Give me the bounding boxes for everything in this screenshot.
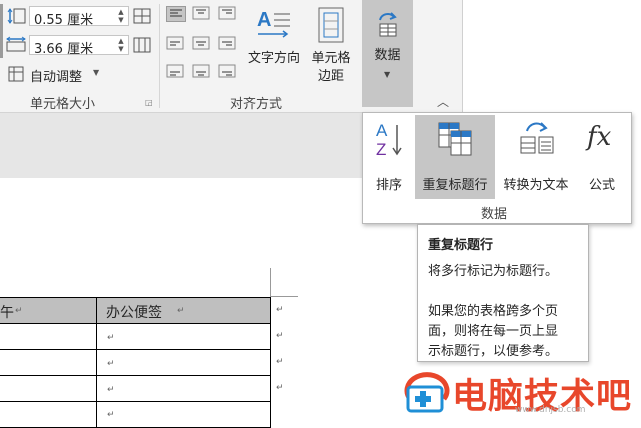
tooltip: 重复标题行 将多行标记为标题行。 如果您的表格跨多个页 面，则将在每一页上显 示… — [417, 224, 589, 362]
cell-end-mark: ↵ — [107, 333, 115, 343]
text-direction-label: 文字方向 — [247, 51, 300, 66]
svg-text:fx: fx — [585, 122, 612, 152]
table-cell[interactable] — [0, 401, 97, 428]
cell-size-group-label: 单元格大小 — [30, 97, 96, 112]
ribbon-left-edge — [0, 4, 3, 58]
column-width-input[interactable]: 3.66 厘米 ▲ ▼ — [29, 35, 129, 57]
tooltip-title: 重复标题行 — [428, 238, 494, 253]
column-width-icon — [6, 36, 26, 52]
text-direction-button[interactable]: A 文字方向 — [244, 4, 304, 68]
cell-margins-icon — [316, 6, 346, 47]
autofit-label: 自动调整 — [30, 70, 83, 85]
align-top-right-button[interactable] — [218, 6, 238, 22]
dialog-launcher-icon[interactable]: ◲ — [145, 98, 153, 107]
align-top-left-button[interactable] — [166, 6, 186, 22]
formula-button[interactable]: fx 公式 — [577, 115, 627, 199]
tooltip-line1: 将多行标记为标题行。 — [428, 264, 559, 279]
tooltip-para-line2: 面，则将在每一页上显 — [428, 324, 559, 339]
align-top-center-button[interactable] — [192, 6, 212, 22]
collapse-ribbon-icon[interactable]: ︿ — [437, 93, 449, 110]
table-cell[interactable]: ↵ — [96, 349, 271, 376]
formula-label: 公式 — [588, 178, 615, 193]
tooltip-para-line1: 如果您的表格跨多个页 — [428, 304, 559, 319]
table-corner-mark — [270, 268, 271, 296]
svg-text:A: A — [376, 121, 388, 140]
chevron-down-icon: ▼ — [93, 68, 100, 77]
row-height-input[interactable]: 0.55 厘米 ▲ ▼ — [29, 6, 129, 28]
alignment-group-label: 对齐方式 — [230, 97, 283, 112]
cell-margins-label-line2: 边距 — [317, 69, 344, 84]
row-end-mark: ↵ — [276, 357, 284, 367]
cell-margins-label-line1: 单元格 — [311, 51, 351, 66]
align-middle-center-button[interactable] — [192, 36, 212, 52]
table-cell[interactable]: ↵ — [96, 401, 271, 428]
table-header-cell[interactable]: 办公便签 ↵ — [96, 297, 271, 324]
align-middle-right-button[interactable] — [218, 36, 238, 52]
formula-icon: fx — [585, 119, 619, 158]
column-width-value: 3.66 厘米 — [34, 42, 94, 57]
column-width-spinner[interactable]: ▲ ▼ — [116, 37, 126, 53]
row-height-icon — [6, 8, 26, 24]
row-height-value: 0.55 厘米 — [34, 13, 94, 28]
align-middle-left-button[interactable] — [166, 36, 186, 52]
tooltip-para-line3: 示标题行，以便参考。 — [428, 344, 559, 359]
sort-icon: AZ — [375, 119, 405, 162]
row-end-mark: ↵ — [276, 305, 284, 315]
distribute-rows-icon[interactable] — [132, 7, 152, 25]
data-button[interactable]: 数据 ▼ — [362, 0, 413, 107]
align-bottom-center-button[interactable] — [192, 64, 212, 80]
autofit-button[interactable]: 自动调整 ▼ — [8, 64, 108, 85]
cell-margins-button[interactable]: 单元格 边距 — [306, 4, 356, 88]
data-group-label: 数据 — [481, 207, 508, 222]
table-header-left-text: 午 — [0, 305, 14, 321]
distribute-columns-icon[interactable] — [132, 36, 152, 54]
table-cell[interactable]: ↵ — [96, 375, 271, 402]
table-header-cell[interactable]: 午 ↵ — [0, 297, 97, 324]
row-end-mark: ↵ — [276, 331, 284, 341]
cell-end-mark: ↵ — [15, 306, 23, 316]
row-end-mark: ↵ — [276, 383, 284, 393]
cell-end-mark: ↵ — [177, 306, 185, 316]
data-popup: AZ 排序 重复标题行 转换为文本 fx 公式 数据 — [362, 112, 632, 224]
repeat-header-rows-button[interactable]: 重复标题行 — [415, 115, 495, 199]
repeat-header-rows-label: 重复标题行 — [422, 178, 488, 193]
watermark-site: www.dnjsb.com — [515, 405, 586, 415]
sort-label: 排序 — [375, 178, 402, 193]
table-cell[interactable] — [0, 349, 97, 376]
table-header-right-text: 办公便签 — [106, 305, 162, 321]
align-bottom-right-button[interactable] — [218, 64, 238, 80]
align-bottom-left-button[interactable] — [166, 64, 186, 80]
table-cell[interactable] — [0, 375, 97, 402]
chevron-down-icon: ▼ — [384, 70, 391, 79]
row-height-spinner[interactable]: ▲ ▼ — [116, 8, 126, 24]
data-icon — [376, 10, 400, 41]
cell-end-mark: ↵ — [107, 385, 115, 395]
autofit-icon — [8, 66, 24, 85]
convert-to-text-button[interactable]: 转换为文本 — [497, 115, 575, 199]
svg-text:A: A — [257, 9, 271, 31]
repeat-header-rows-icon — [437, 121, 473, 160]
convert-to-text-label: 转换为文本 — [503, 178, 569, 193]
group-separator — [159, 4, 160, 108]
svg-text:Z: Z — [376, 140, 386, 159]
watermark-logo-icon — [400, 369, 452, 416]
table-cell[interactable] — [0, 323, 97, 350]
text-direction-icon: A — [256, 6, 292, 43]
cell-end-mark: ↵ — [107, 410, 115, 420]
document-right-margin — [462, 0, 641, 112]
cell-end-mark: ↵ — [107, 359, 115, 369]
table-corner-mark — [270, 296, 298, 297]
data-button-label: 数据 — [374, 48, 401, 63]
sort-button[interactable]: AZ 排序 — [365, 115, 413, 199]
convert-to-text-icon — [519, 119, 555, 160]
table-cell[interactable]: ↵ — [96, 323, 271, 350]
